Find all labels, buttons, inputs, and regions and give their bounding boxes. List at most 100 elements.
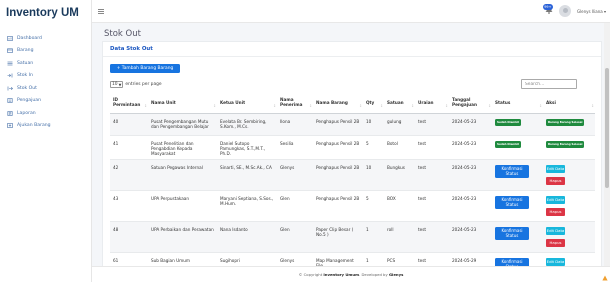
status-badge: Sudah Diambil [495,118,521,126]
cell-penerima: Ilona [277,113,313,136]
cell-id: 42 [110,159,148,191]
entries-value: 10 [112,82,118,87]
main-content: Stok Out Data Stok Out + Tambah Barang B… [92,23,610,282]
column-header[interactable]: Ketua Unit [217,92,277,114]
column-header[interactable]: ID Permintaan [110,92,148,114]
cell-satuan: Bungkus [384,159,415,191]
report-icon [7,110,13,116]
sidebar: Inventory UM Dashboard Barang Satuan Stok I… [0,0,92,282]
cell-penerima: Glen [277,190,313,222]
warning-icon [602,275,608,281]
menu-toggle-icon[interactable] [98,9,104,15]
cell-barang: Penghapus Pensil 2B [313,159,363,191]
cell-tanggal: 2024-05-23 [449,221,492,253]
sidebar-nav: Dashboard Barang Satuan Stok In Stok Out Peng… [0,32,91,132]
delete-button[interactable]: Hapus [546,238,565,247]
cell-actions: Barang Barang Selesai [543,113,595,136]
stock-in-icon [7,73,13,78]
cell-actions: Edit Data Hapus [543,159,595,191]
edit-button[interactable]: Edit Data [546,195,565,204]
confirm-status-button[interactable]: Konfirmasi Status [495,195,529,209]
chevron-down-icon: ▼ [118,82,122,87]
sidebar-item-ajukan-barang[interactable]: Ajukan Barang [0,120,91,133]
sidebar-item-stok-out[interactable]: Stok Out [0,82,91,95]
card-divider [103,56,601,57]
column-header[interactable]: Uraian [415,92,449,114]
user-menu[interactable]: Glenys Iliana ▾ [577,9,606,14]
cell-status: Konfirmasi Status [492,221,543,253]
action-complete-badge: Barang Barang Selesai [546,118,585,126]
column-header[interactable]: Tanggal Pengajuan [449,92,492,114]
entries-label: entries per page [125,82,162,87]
cell-actions: Edit Data Hapus [543,221,595,253]
cell-unit: Satuan Pegawas Internal [148,159,217,191]
sidebar-item-dashboard[interactable]: Dashboard [0,32,91,45]
table-row: 42 Satuan Pegawas Internal Sinarti, SE., M… [110,159,595,191]
cell-ketua: Sinarti, SE., M.Sc.Ak., CA [217,159,277,191]
cell-id: 43 [110,190,148,222]
cell-uraian: test [415,221,449,253]
stock-out-card: Data Stok Out + Tambah Barang Barang 10 ▼… [102,41,602,282]
cell-unit: UPA Perpustakaan [148,190,217,222]
search-input[interactable] [521,79,577,89]
footer-middle: . Developed by [359,272,389,277]
sidebar-item-satuan[interactable]: Satuan [0,57,91,70]
submission-icon [7,98,13,104]
add-item-button[interactable]: + Tambah Barang Barang [110,64,180,73]
column-header[interactable]: Status [492,92,543,114]
sidebar-item-label: Laporan [17,110,36,116]
edit-button[interactable]: Edit Data [546,257,565,266]
cell-id: 41 [110,135,148,160]
delete-button[interactable]: Hapus [546,176,565,185]
cell-actions: Edit Data Hapus [543,190,595,222]
footer-prefix: © Copyright [298,272,324,277]
sidebar-item-laporan[interactable]: Laporan [0,107,91,120]
sidebar-item-label: Satuan [17,60,34,66]
table-header-row: ID PermintaanNama UnitKetua UnitNama Pen… [110,92,595,114]
cell-tanggal: 2024-05-23 [449,159,492,191]
column-header[interactable]: Qty [363,92,384,114]
cell-barang: Paper Clip Besar ( No.5 ) [313,221,363,253]
sidebar-item-stok-in[interactable]: Stok In [0,70,91,83]
page-scrollbar[interactable] [604,23,610,266]
confirm-status-button[interactable]: Konfirmasi Status [495,226,529,240]
cell-unit: UPA Perbaikan dan Perawatan [148,221,217,253]
cell-tanggal: 2024-05-23 [449,113,492,136]
column-header[interactable]: Satuan [384,92,415,114]
delete-button[interactable]: Hapus [546,207,565,216]
cell-status: Konfirmasi Status [492,190,543,222]
cell-penerima: Sesilia [277,135,313,160]
edit-button[interactable]: Edit Data [546,226,565,235]
column-header[interactable]: Nama Penerima [277,92,313,114]
sidebar-item-pengajuan[interactable]: Pengajuan [0,95,91,108]
cell-ketua: Evelata Br. Sembiring, S.Kom., M.Cs. [217,113,277,136]
footer: © Copyright Inventory Umum. Developed by… [92,266,610,282]
status-badge: Sudah Diambil [495,140,521,148]
card-title: Data Stok Out [110,46,153,52]
column-header[interactable]: Aksi [543,92,595,114]
cell-ketua: Daniel Sutopo Pamungkas, S.T.,M.T., Ph.D… [217,135,277,160]
request-icon [7,123,13,129]
cell-ketua: Maryani Septiana, S.Sos., M.Hum. [217,190,277,222]
stock-out-table: ID PermintaanNama UnitKetua UnitNama Pen… [110,92,595,282]
sidebar-item-label: Barang [17,48,34,54]
sidebar-item-barang[interactable]: Barang [0,45,91,58]
column-header[interactable]: Nama Unit [148,92,217,114]
cell-uraian: test [415,113,449,136]
cell-actions: Barang Barang Selesai [543,135,595,160]
column-header[interactable]: Nama Barang [313,92,363,114]
scrollbar-thumb[interactable] [605,68,609,188]
cell-uraian: test [415,135,449,160]
brand-logo[interactable]: Inventory UM [0,0,91,30]
cell-barang: Penghapus Pensil 2B [313,135,363,160]
dashboard-icon [7,35,13,41]
avatar[interactable] [559,5,571,17]
edit-button[interactable]: Edit Data [546,164,565,173]
sidebar-item-label: Stok Out [17,85,37,91]
confirm-status-button[interactable]: Konfirmasi Status [495,164,529,178]
table-row: 40 Pusat Pengembangan Mutu dan Pengembang… [110,113,595,136]
cell-qty: 10 [363,113,384,136]
cell-unit: Pusat Pengembangan Mutu dan Pengembangan… [148,113,217,136]
entries-select[interactable]: 10 ▼ [110,81,124,88]
table-row: 41 Pusat Penelitian dan Pengabdian Kepada… [110,135,595,160]
